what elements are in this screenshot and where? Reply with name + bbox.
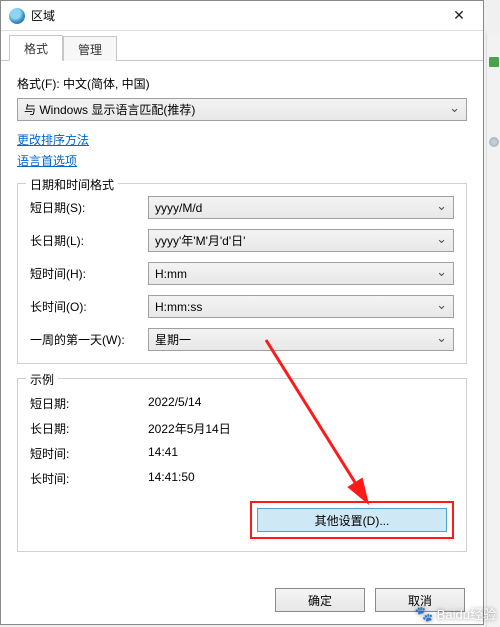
ex-label-long-time: 长时间: [30,470,148,487]
row-short-date: 短日期(S): yyyy/M/d [30,196,454,219]
dropdown-long-date[interactable]: yyyy'年'M'月'd'日' [148,229,454,252]
row-short-time: 短时间(H): H:mm [30,262,454,285]
label-first-day: 一周的第一天(W): [30,331,148,348]
label-long-date: 长日期(L): [30,232,148,249]
close-icon: ✕ [453,7,465,24]
value-long-time: H:mm:ss [155,300,202,314]
row-long-time: 长时间(O): H:mm:ss [30,295,454,318]
ex-value-short-time: 14:41 [148,445,454,462]
value-long-date: yyyy'年'M'月'd'日' [155,232,245,249]
region-dialog: 区域 ✕ 格式 管理 格式(F): 中文(简体, 中国) 与 Windows 显… [0,0,484,625]
row-long-date: 长日期(L): yyyy'年'M'月'd'日' [30,229,454,252]
watermark: 🐾 Baidu经验 [415,604,496,623]
example-grid: 短日期: 2022/5/14 长日期: 2022年5月14日 短时间: 14:4… [30,395,454,487]
example-legend: 示例 [26,371,58,388]
ex-value-long-date: 2022年5月14日 [148,420,454,437]
link-lang-prefs[interactable]: 语言首选项 [17,152,77,169]
value-short-time: H:mm [155,267,187,281]
tab-admin[interactable]: 管理 [63,36,117,61]
ex-value-long-time: 14:41:50 [148,470,454,487]
bg-icon-1 [489,57,499,67]
background-sidebar [486,33,500,627]
tab-strip: 格式 管理 [1,31,483,61]
datetime-format-group: 日期和时间格式 短日期(S): yyyy/M/d 长日期(L): yyyy'年'… [17,183,467,364]
bg-icon-2 [489,137,499,147]
annotation-highlight: 其他设置(D)... [250,501,454,539]
format-dropdown-value: 与 Windows 显示语言匹配(推荐) [24,101,195,118]
value-first-day: 星期一 [155,331,191,348]
titlebar-title: 区域 [31,7,437,24]
ex-label-short-date: 短日期: [30,395,148,412]
row-first-day: 一周的第一天(W): 星期一 [30,328,454,351]
dropdown-long-time[interactable]: H:mm:ss [148,295,454,318]
other-settings-button[interactable]: 其他设置(D)... [257,508,447,532]
ok-button[interactable]: 确定 [275,588,365,612]
tab-format[interactable]: 格式 [9,35,63,61]
dropdown-short-date[interactable]: yyyy/M/d [148,196,454,219]
label-short-date: 短日期(S): [30,199,148,216]
content-area: 格式(F): 中文(简体, 中国) 与 Windows 显示语言匹配(推荐) 更… [1,61,483,562]
ex-label-long-date: 长日期: [30,420,148,437]
ex-value-short-date: 2022/5/14 [148,395,454,412]
value-short-date: yyyy/M/d [155,201,202,215]
format-dropdown[interactable]: 与 Windows 显示语言匹配(推荐) [17,98,467,121]
format-label: 格式(F): 中文(简体, 中国) [17,75,467,92]
close-button[interactable]: ✕ [437,2,481,30]
dropdown-first-day[interactable]: 星期一 [148,328,454,351]
ex-label-short-time: 短时间: [30,445,148,462]
paw-icon: 🐾 [415,605,433,623]
dropdown-short-time[interactable]: H:mm [148,262,454,285]
label-short-time: 短时间(H): [30,265,148,282]
other-settings-wrap: 其他设置(D)... [30,501,454,539]
example-group: 示例 短日期: 2022/5/14 长日期: 2022年5月14日 短时间: 1… [17,378,467,552]
globe-icon [9,8,25,24]
titlebar: 区域 ✕ [1,1,483,31]
datetime-format-legend: 日期和时间格式 [26,176,118,193]
label-long-time: 长时间(O): [30,298,148,315]
watermark-text: Baidu经验 [437,604,496,623]
link-sort-method[interactable]: 更改排序方法 [17,131,89,148]
